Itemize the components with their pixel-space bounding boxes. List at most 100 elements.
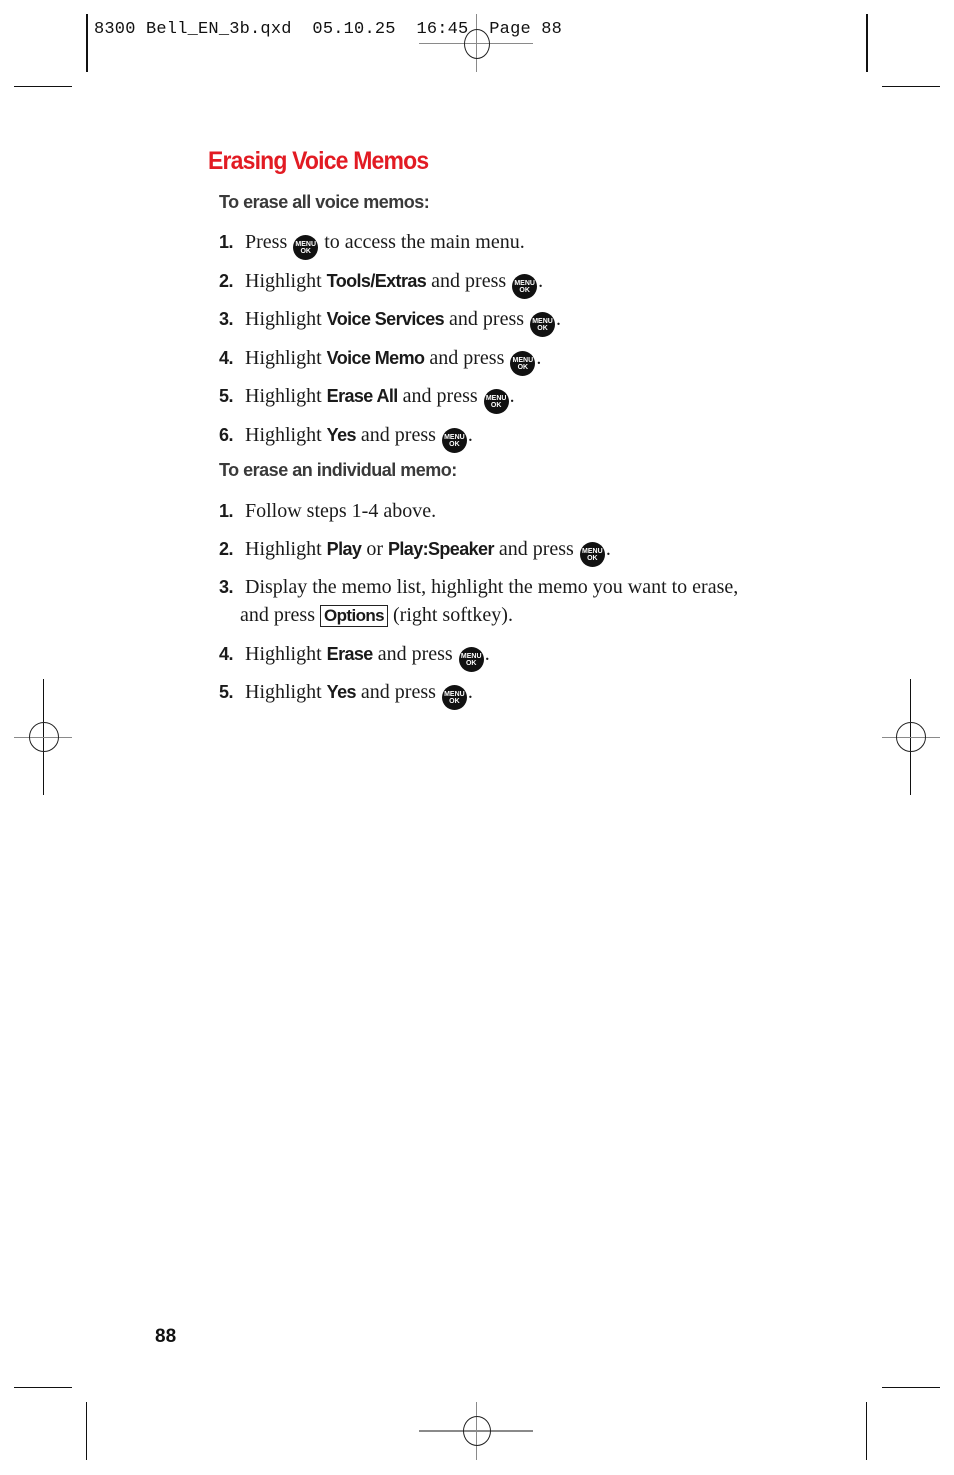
registration-circle-left	[29, 722, 59, 752]
step-erase-all-3: 3. Highlight Voice Services and press ME…	[219, 305, 561, 337]
step-number: 6.	[219, 425, 234, 445]
ok-label: OK	[449, 441, 460, 448]
ok-label: OK	[587, 555, 598, 562]
step-text: Follow steps 1-4 above.	[245, 500, 437, 522]
step-end: .	[467, 681, 473, 703]
page-number: 88	[155, 1326, 177, 1347]
step-text: Press	[245, 231, 288, 253]
step-number: 5.	[219, 386, 234, 406]
step-erase-individual-3: 3. Display the memo list, highlight the …	[219, 573, 738, 629]
step-text: Highlight	[245, 347, 322, 369]
menu-item-name: Voice Memo	[326, 348, 425, 368]
menu-item-name: Tools/Extras	[326, 271, 427, 291]
menu-ok-key-icon: MENU OK	[441, 685, 467, 710]
step-end: .	[467, 424, 473, 446]
step-continuation: and press Options (right softkey).	[219, 601, 738, 629]
step-text: and press	[431, 270, 507, 292]
menu-label: MENU	[485, 395, 507, 402]
step-text: and press	[449, 308, 525, 330]
slug-line: 8300 Bell_EN_3b.qxd 05.10.25 16:45 Page …	[94, 20, 563, 39]
menu-item-name: Yes	[326, 425, 357, 445]
menu-item-name: Voice Services	[326, 309, 445, 329]
section-heading-erase-individual: To erase an individual memo:	[219, 460, 457, 480]
step-text: and press	[377, 643, 453, 665]
menu-ok-key-icon: MENU OK	[458, 647, 484, 672]
section-heading-erase-all: To erase all voice memos:	[219, 192, 430, 212]
menu-label: MENU	[582, 548, 603, 555]
step-text: and press	[429, 347, 505, 369]
ok-label: OK	[300, 248, 311, 255]
menu-label: MENU	[532, 318, 553, 325]
step-end: .	[484, 643, 490, 665]
step-text: Highlight	[245, 308, 322, 330]
menu-item-name: Erase	[326, 644, 374, 664]
menu-label: MENU	[512, 357, 534, 364]
menu-item-name: Play:Speaker	[387, 539, 494, 559]
crop-mark-top-left-horizontal	[14, 86, 72, 87]
step-number: 4.	[219, 644, 234, 664]
crop-mark-top-right-vertical	[866, 14, 868, 72]
step-text: and press	[360, 681, 436, 703]
step-text: Highlight	[245, 424, 322, 446]
menu-ok-key-icon: MENU OK	[293, 235, 319, 260]
menu-item-name: Play	[326, 539, 362, 559]
page-title: Erasing Voice Memos	[208, 147, 429, 175]
ok-label: OK	[449, 698, 460, 705]
options-softkey-label: Options	[319, 605, 388, 627]
step-erase-all-4: 4. Highlight Voice Memo and press MENU OK…	[219, 344, 541, 376]
step-text: Highlight	[245, 643, 322, 665]
menu-label: MENU	[460, 653, 482, 660]
crop-mark-bottom-left-horizontal	[14, 1387, 72, 1388]
step-erase-individual-5: 5. Highlight Yes and press MENU OK.	[219, 678, 473, 710]
step-number: 4.	[219, 348, 234, 368]
step-text: (right softkey).	[393, 604, 513, 626]
menu-ok-key-icon: MENU OK	[530, 312, 556, 337]
menu-item-name: Erase All	[326, 386, 399, 406]
ok-label: OK	[465, 660, 477, 667]
step-number: 3.	[219, 577, 234, 597]
step-number: 2.	[219, 271, 234, 291]
step-end: .	[556, 308, 562, 330]
step-number: 2.	[219, 539, 234, 559]
ok-label: OK	[517, 364, 529, 371]
crop-mark-bottom-left-vertical	[86, 1402, 87, 1460]
menu-ok-key-icon: MENU OK	[441, 428, 467, 453]
step-erase-all-2: 2. Highlight Tools/Extras and press MENU…	[219, 267, 543, 299]
step-text: and press	[360, 424, 436, 446]
step-number: 1.	[219, 501, 234, 521]
menu-ok-key-icon: MENU OK	[512, 274, 538, 299]
menu-item-name: Yes	[326, 682, 357, 702]
step-text: Display the memo list, highlight the mem…	[245, 576, 739, 598]
step-erase-individual-4: 4. Highlight Erase and press MENU OK.	[219, 640, 490, 672]
step-text: Highlight	[245, 270, 322, 292]
step-erase-all-5: 5. Highlight Erase All and press MENU OK.	[219, 382, 515, 414]
step-text: Highlight	[245, 538, 322, 560]
menu-ok-key-icon: MENU OK	[510, 351, 536, 376]
step-text: Highlight	[245, 681, 322, 703]
menu-label: MENU	[444, 691, 465, 698]
menu-label: MENU	[444, 434, 465, 441]
step-erase-all-1: 1. Press MENU OK to access the main menu.	[219, 228, 525, 260]
step-end: .	[509, 385, 515, 407]
registration-circle-bottom	[463, 1416, 491, 1446]
crop-mark-bottom-right-vertical	[866, 1402, 867, 1460]
step-end: .	[605, 538, 611, 560]
step-erase-all-6: 6. Highlight Yes and press MENU OK.	[219, 421, 473, 453]
step-number: 3.	[219, 309, 234, 329]
crop-mark-top-right-horizontal	[882, 86, 940, 87]
step-text: and press	[402, 385, 478, 407]
ok-label: OK	[490, 402, 502, 409]
ok-label: OK	[537, 325, 548, 332]
registration-circle-top	[464, 29, 490, 59]
step-text: and press	[240, 604, 315, 626]
step-number: 5.	[219, 682, 234, 702]
crop-mark-bottom-right-horizontal	[882, 1387, 940, 1388]
registration-circle-right	[896, 722, 926, 752]
step-number: 1.	[219, 232, 234, 252]
crop-mark-top-left-vertical	[86, 14, 88, 72]
step-text: and press	[498, 538, 574, 560]
menu-label: MENU	[514, 280, 535, 287]
menu-ok-key-icon: MENU OK	[579, 542, 605, 567]
step-end: .	[536, 347, 542, 369]
ok-label: OK	[519, 287, 530, 294]
